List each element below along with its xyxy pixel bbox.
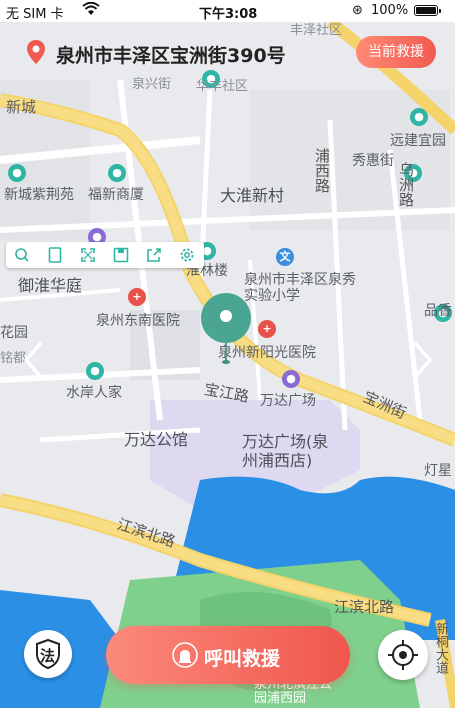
shop-poi-icon: ● (108, 164, 126, 182)
map-label: 华丰社区 (196, 79, 249, 94)
map-label: 水岸人家 (66, 385, 122, 401)
map-label: 秀惠街 (352, 153, 394, 169)
orientation-lock-icon: ⊛ (352, 3, 363, 18)
law-button[interactable]: 法 (24, 630, 72, 678)
road-label: 新桐大道 (433, 622, 448, 674)
chevron-left-icon[interactable] (18, 340, 48, 380)
law-label: 法 (40, 647, 56, 665)
map-label: 新城紫荆苑 (4, 187, 74, 203)
battery-icon (414, 5, 441, 16)
map-label: 远建宜园 (390, 133, 446, 149)
call-rescue-button[interactable]: 呼叫救援 (106, 626, 350, 684)
map-label: 御淮华庭 (18, 276, 83, 295)
map-label: 万达广场(泉州浦西店) (242, 432, 329, 471)
page-icon[interactable] (45, 245, 65, 265)
current-location-marker[interactable] (200, 292, 252, 368)
chevron-right-icon[interactable] (408, 340, 438, 380)
road-label: 浦西路 (313, 148, 331, 193)
wifi-icon (82, 1, 100, 20)
map-label: 万达广场 (260, 393, 316, 409)
screen: 无 SIM 卡 下午3:08 ⊛ 100% ● ● ● ● ● ● ● 文 + … (0, 0, 455, 708)
hospital-poi-icon: + (128, 288, 146, 306)
status-bar: 无 SIM 卡 下午3:08 ⊛ 100% (0, 0, 455, 22)
crosshair-icon (388, 640, 418, 670)
map-label: 泉州市丰泽区泉秀实验小学 (244, 272, 356, 305)
fullscreen-icon[interactable] (78, 245, 98, 265)
community-poi-icon: ● (410, 108, 428, 126)
save-icon[interactable] (111, 245, 131, 265)
current-address: 泉州市丰泽区宝洲街390号 (56, 45, 286, 67)
battery-percent: 100% (371, 3, 409, 18)
map-label: 花园 (0, 325, 28, 341)
map-label: 大淮新村 (220, 186, 285, 205)
settings-icon[interactable] (177, 245, 197, 265)
mall-poi-icon: ● (282, 370, 300, 388)
locate-button[interactable] (378, 630, 428, 680)
address-bar: 泉州市丰泽区宝洲街390号 当前救援 (16, 30, 440, 74)
map-label: 新城 (6, 98, 37, 116)
map-label: 灯星 (424, 463, 452, 479)
current-rescue-button[interactable]: 当前救援 (356, 36, 436, 68)
call-rescue-label: 呼叫救援 (204, 648, 281, 670)
school-poi-icon: 文 (276, 248, 294, 266)
clock: 下午3:08 (199, 7, 258, 22)
map-label: 万达公馆 (124, 430, 189, 449)
carrier-label: 无 SIM 卡 (6, 7, 64, 22)
location-pin-icon (27, 40, 45, 64)
community-poi-icon: ● (86, 362, 104, 380)
map-label: 品香 (424, 303, 452, 319)
community-poi-icon: ● (8, 164, 26, 182)
road-label: 江滨北路 (334, 598, 395, 616)
alarm-icon (172, 642, 198, 668)
map-toolbar (6, 242, 204, 268)
search-icon[interactable] (12, 245, 32, 265)
share-icon[interactable] (144, 245, 164, 265)
map-label: 泉兴街 (132, 77, 172, 92)
map-label: 福新商厦 (88, 187, 144, 203)
map-label: 泉州东南医院 (96, 313, 180, 329)
hospital-poi-icon: + (258, 320, 276, 338)
road-label: 乌洲路 (397, 162, 415, 207)
